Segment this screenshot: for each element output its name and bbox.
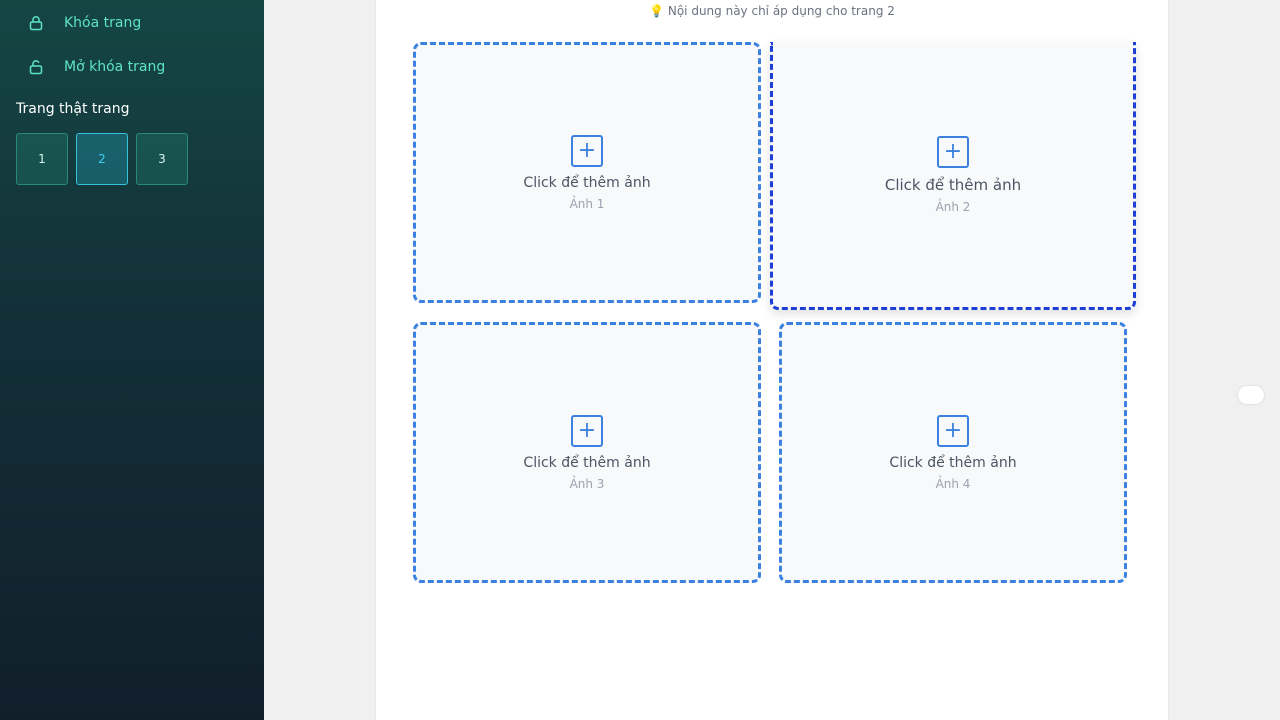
- slot-subtitle: Ảnh 4: [935, 476, 971, 491]
- add-image-icon: +: [571, 414, 603, 447]
- unlock-icon: [28, 59, 44, 75]
- lock-page-button[interactable]: Khóa trang: [0, 3, 264, 43]
- lock-page-label: Khóa trang: [64, 15, 142, 31]
- slot-title: Click để thêm ảnh: [884, 175, 1022, 194]
- page-button-3[interactable]: 3: [136, 133, 188, 185]
- add-image-icon: +: [571, 134, 603, 167]
- slot-subtitle: Ảnh 1: [569, 196, 605, 211]
- sidebar: Khóa trang Mở khóa trang Trang thật tran…: [0, 0, 264, 720]
- unlock-page-button[interactable]: Mở khóa trang: [0, 47, 264, 87]
- unlock-page-label: Mở khóa trang: [64, 59, 166, 75]
- image-slot-1[interactable]: + Click để thêm ảnh Ảnh 1: [413, 42, 761, 303]
- lock-icon: [28, 15, 44, 31]
- image-slot-3[interactable]: + Click để thêm ảnh Ảnh 3: [413, 322, 761, 583]
- side-toggle-handle[interactable]: [1238, 386, 1264, 404]
- add-image-icon: +: [937, 135, 969, 168]
- image-slot-2[interactable]: + Click để thêm ảnh Ảnh 2: [770, 42, 1136, 310]
- page-button-1[interactable]: 1: [16, 133, 68, 185]
- slot-title: Click để thêm ảnh: [889, 454, 1017, 471]
- slot-subtitle: Ảnh 3: [569, 476, 605, 491]
- add-image-icon: +: [937, 414, 969, 447]
- slot-title: Click để thêm ảnh: [523, 454, 651, 471]
- section-title: Trang thật trang: [16, 101, 130, 117]
- page-button-2[interactable]: 2: [76, 133, 128, 185]
- slot-title: Click để thêm ảnh: [523, 174, 651, 191]
- slot-subtitle: Ảnh 2: [935, 199, 971, 214]
- image-slot-4[interactable]: + Click để thêm ảnh Ảnh 4: [779, 322, 1127, 583]
- page-hint: 💡 Nội dung này chỉ áp dụng cho trang 2: [649, 4, 895, 18]
